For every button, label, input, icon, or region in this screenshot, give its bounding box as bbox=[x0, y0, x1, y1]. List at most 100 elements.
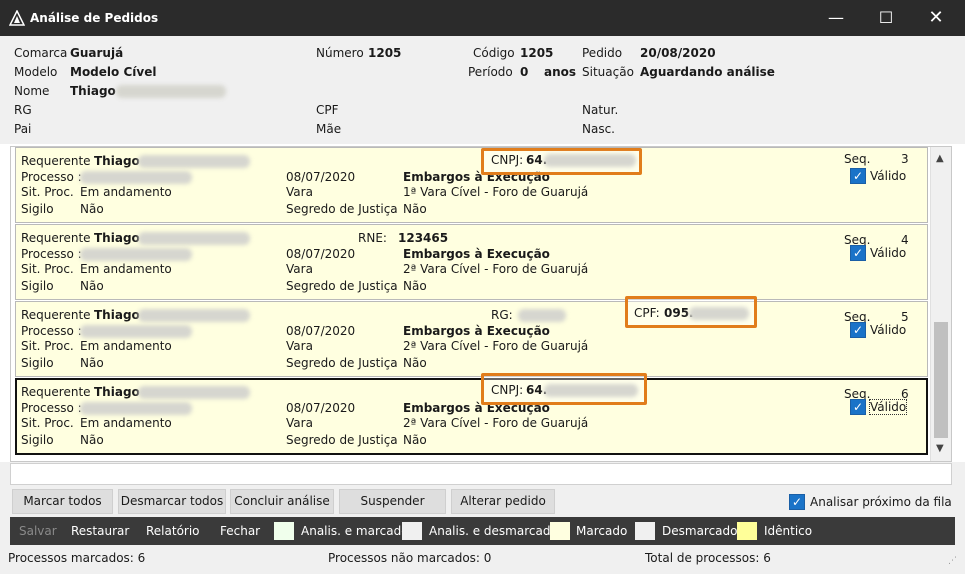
sit-proc-value: Em andamento bbox=[80, 339, 172, 353]
resize-grip-icon[interactable]: ⋰ bbox=[948, 556, 957, 566]
legend-analis-marcado: Analis. e marcado bbox=[301, 524, 409, 538]
legend-analis-desmarcado: Analis. e desmarcado bbox=[429, 524, 558, 538]
segredo-label: Segredo de Justiça bbox=[286, 356, 398, 370]
suspender-button[interactable]: Suspender bbox=[339, 489, 446, 514]
pai-label: Pai bbox=[14, 122, 32, 136]
scroll-down-icon[interactable]: ▼ bbox=[936, 443, 944, 454]
sit-proc-value: Em andamento bbox=[80, 262, 172, 276]
valido-label[interactable]: Válido bbox=[870, 323, 906, 337]
notes-field[interactable] bbox=[10, 463, 952, 485]
status-total: Total de processos: 6 bbox=[645, 551, 771, 565]
vara-label: Vara bbox=[286, 185, 313, 199]
valido-checkbox[interactable]: ✓ bbox=[850, 245, 866, 261]
segredo-value: Não bbox=[403, 279, 427, 293]
fechar-link[interactable]: Fechar bbox=[220, 524, 260, 538]
valido-label[interactable]: Válido bbox=[870, 169, 906, 183]
concluir-analise-button[interactable]: Concluir análise bbox=[230, 489, 334, 514]
close-button[interactable]: ✕ bbox=[913, 0, 959, 36]
valido-checkbox[interactable]: ✓ bbox=[850, 168, 866, 184]
segredo-value: Não bbox=[403, 356, 427, 370]
modelo-label: Modelo bbox=[14, 65, 58, 79]
redacted-surname bbox=[138, 386, 250, 399]
redacted-cnpj bbox=[544, 154, 636, 167]
swatch-marcado bbox=[550, 522, 570, 540]
minimize-button[interactable]: — bbox=[813, 0, 859, 36]
legend-marcado: Marcado bbox=[576, 524, 628, 538]
requerente-label: Requerente bbox=[21, 308, 91, 322]
redacted-cpf bbox=[689, 307, 749, 320]
process-card[interactable]: Requerente Thiago Processo : 08/07/2020 … bbox=[15, 296, 928, 377]
redacted-process-number bbox=[80, 248, 192, 261]
salvar-link[interactable]: Salvar bbox=[19, 524, 57, 538]
marcar-todos-button[interactable]: Marcar todos bbox=[12, 489, 113, 514]
rne-value: 123465 bbox=[398, 231, 449, 245]
restaurar-link[interactable]: Restaurar bbox=[71, 524, 129, 538]
sigilo-value: Não bbox=[80, 202, 104, 216]
modelo-value: Modelo Cível bbox=[70, 65, 157, 79]
requerente-value: Thiago bbox=[94, 385, 140, 399]
sit-proc-value: Em andamento bbox=[80, 416, 172, 430]
sit-proc-label: Sit. Proc. bbox=[21, 416, 74, 430]
segredo-value: Não bbox=[403, 202, 427, 216]
vertical-scrollbar[interactable]: ▲ ▼ bbox=[930, 147, 951, 461]
situacao-value: Aguardando análise bbox=[640, 65, 775, 79]
sit-proc-value: Em andamento bbox=[80, 185, 172, 199]
window-title: Análise de Pedidos bbox=[30, 11, 159, 25]
cpf-label: CPF bbox=[316, 103, 339, 117]
process-card[interactable]: Requerente Thiago Processo : 08/07/2020 … bbox=[15, 224, 928, 300]
redacted-cnpj bbox=[544, 384, 638, 397]
redacted-process-number bbox=[80, 402, 192, 415]
segredo-label: Segredo de Justiça bbox=[286, 433, 398, 447]
desmarcar-todos-button[interactable]: Desmarcar todos bbox=[118, 489, 226, 514]
codigo-label: Código bbox=[473, 46, 515, 60]
segredo-value: Não bbox=[403, 433, 427, 447]
redacted-process-number bbox=[80, 171, 192, 184]
valido-label[interactable]: Válido bbox=[870, 246, 906, 260]
sigilo-value: Não bbox=[80, 356, 104, 370]
cpf-label: CPF: bbox=[634, 306, 660, 320]
segredo-label: Segredo de Justiça bbox=[286, 202, 398, 216]
mae-label: Mãe bbox=[316, 122, 342, 136]
title-bar: Análise de Pedidos — ☐ ✕ bbox=[0, 0, 965, 36]
vara-label: Vara bbox=[286, 262, 313, 276]
swatch-analis-desmarcado bbox=[402, 522, 422, 540]
seq-value: 5 bbox=[901, 310, 909, 324]
vara-value: 2ª Vara Cível - Foro de Guarujá bbox=[403, 416, 589, 430]
pedido-value: 20/08/2020 bbox=[640, 46, 716, 60]
app-icon bbox=[8, 9, 26, 29]
process-list[interactable]: Requerente Thiago Processo : 08/07/2020 … bbox=[10, 146, 952, 462]
sit-proc-label: Sit. Proc. bbox=[21, 262, 74, 276]
pedido-label: Pedido bbox=[582, 46, 623, 60]
natur-label: Natur. bbox=[582, 103, 619, 117]
vara-value: 2ª Vara Cível - Foro de Guarujá bbox=[403, 262, 589, 276]
analisar-proximo-checkbox[interactable]: ✓ bbox=[789, 494, 805, 510]
alterar-pedido-button[interactable]: Alterar pedido bbox=[451, 489, 555, 514]
process-date: 08/07/2020 bbox=[286, 247, 356, 261]
scroll-thumb[interactable] bbox=[934, 322, 948, 438]
maximize-button[interactable]: ☐ bbox=[863, 0, 909, 36]
valido-checkbox[interactable]: ✓ bbox=[850, 322, 866, 338]
processo-label: Processo : bbox=[21, 247, 82, 261]
redacted-rg bbox=[518, 309, 566, 322]
seq-value: 3 bbox=[901, 152, 909, 166]
nome-label: Nome bbox=[14, 84, 50, 98]
nasc-label: Nasc. bbox=[582, 122, 615, 136]
valido-label[interactable]: Válido bbox=[868, 399, 908, 415]
process-card[interactable]: Requerente Thiago Processo : 08/07/2020 … bbox=[15, 147, 928, 223]
comarca-value: Guarujá bbox=[70, 46, 124, 60]
vara-value: 1ª Vara Cível - Foro de Guarujá bbox=[403, 185, 589, 199]
swatch-desmarcado bbox=[635, 522, 655, 540]
scroll-up-icon[interactable]: ▲ bbox=[936, 153, 944, 164]
numero-label: Número bbox=[316, 46, 364, 60]
process-card-selected[interactable]: Requerente Thiago Processo : 08/07/2020 … bbox=[15, 373, 928, 455]
periodo-label: Período bbox=[468, 65, 513, 79]
valido-checkbox[interactable]: ✓ bbox=[850, 399, 866, 415]
acao-value: Embargos à Execução bbox=[403, 324, 550, 338]
requerente-label: Requerente bbox=[21, 154, 91, 168]
swatch-analis-marcado bbox=[274, 522, 294, 540]
relatorio-link[interactable]: Relatório bbox=[146, 524, 200, 538]
analisar-proximo-label[interactable]: Analisar próximo da fila bbox=[810, 495, 952, 509]
rg-label: RG bbox=[14, 103, 32, 117]
cnpj-label: CNPJ: bbox=[491, 153, 524, 167]
redacted-process-number bbox=[80, 325, 192, 338]
